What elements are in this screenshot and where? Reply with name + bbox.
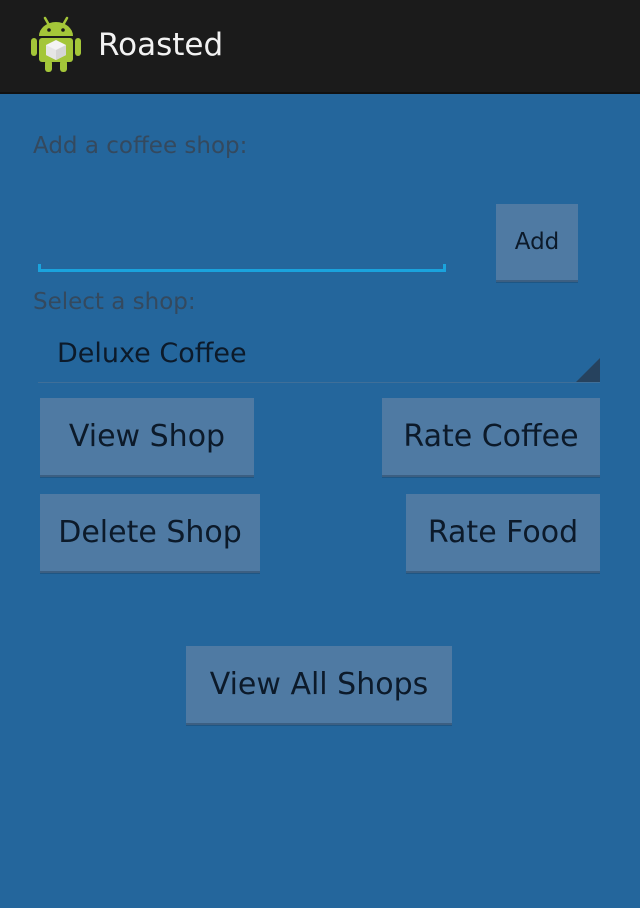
app-title: Roasted [98, 27, 224, 63]
add-shop-label: Add a coffee shop: [33, 133, 248, 159]
rate-food-button-label: Rate Food [427, 515, 579, 550]
add-button[interactable]: Add [496, 204, 578, 282]
view-shop-button[interactable]: View Shop [40, 398, 254, 477]
android-robot-icon [31, 16, 81, 72]
shop-spinner[interactable]: Deluxe Coffee [38, 330, 600, 383]
add-button-label: Add [514, 229, 560, 255]
input-underline-right-tick [443, 264, 446, 272]
delete-shop-button[interactable]: Delete Shop [40, 494, 260, 573]
rate-coffee-button[interactable]: Rate Coffee [382, 398, 600, 477]
view-all-shops-button-label: View All Shops [209, 667, 429, 702]
delete-shop-button-label: Delete Shop [58, 515, 242, 550]
rate-food-button[interactable]: Rate Food [406, 494, 600, 573]
input-underline [38, 269, 446, 272]
rate-coffee-button-label: Rate Coffee [403, 419, 579, 454]
input-underline-left-tick [38, 264, 41, 272]
action-bar: Roasted [0, 0, 640, 94]
view-shop-button-label: View Shop [68, 419, 226, 454]
select-shop-label: Select a shop: [33, 289, 196, 315]
coffee-shop-name-input[interactable] [38, 220, 446, 272]
view-all-shops-button[interactable]: View All Shops [186, 646, 452, 725]
app-screen: Roasted Add a coffee shop: Add Select a … [0, 0, 640, 908]
selected-shop-value: Deluxe Coffee [57, 338, 247, 369]
spinner-arrow-icon [576, 358, 600, 382]
